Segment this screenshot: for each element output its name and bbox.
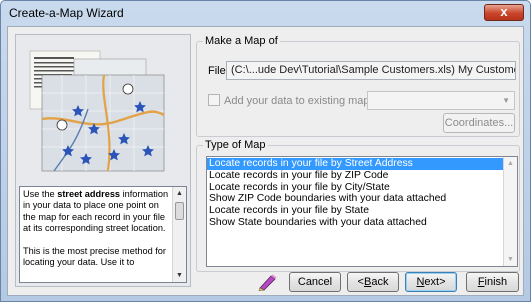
back-button[interactable]: <Back [347,272,399,292]
preview-panel: Use the street address information in yo… [15,34,191,287]
finish-button[interactable]: Finish [466,272,519,292]
map-type-description[interactable]: Use the street address information in yo… [19,186,187,283]
window-title: Create-a-Map Wizard [9,6,124,20]
scroll-thumb[interactable] [175,202,184,220]
chevron-down-icon: ▼ [502,96,510,105]
scroll-down-icon[interactable]: ▼ [504,253,517,266]
map-type-option[interactable]: Locate records in your file by State [207,205,504,217]
file-label: File [208,65,226,77]
cancel-button[interactable]: Cancel [289,272,341,292]
scroll-down-icon[interactable]: ▼ [173,269,186,282]
scroll-up-icon[interactable]: ▲ [504,157,517,170]
checkbox-box[interactable] [208,94,220,106]
description-scrollbar[interactable]: ▲ ▼ [172,187,186,282]
dialog-body: Use the street address information in yo… [7,26,524,296]
next-button[interactable]: Next> [405,272,457,292]
description-text: Use the street address information in yo… [23,189,169,268]
help-pencil-icon[interactable] [257,273,279,291]
type-of-map-group: Type of Map Locate records in your file … [196,139,520,272]
map-type-option[interactable]: Locate records in your file by Street Ad… [207,158,504,170]
map-type-list-scrollbar[interactable]: ▲ ▼ [503,157,517,266]
make-map-group-label: Make a Map of [203,35,280,47]
add-data-label: Add your data to existing map [224,95,370,107]
add-to-existing-map-checkbox[interactable]: Add your data to existing map [208,94,370,107]
coordinates-button[interactable]: Coordinates... [443,113,515,133]
map-type-option[interactable]: Show State boundaries with your data att… [207,217,504,229]
scroll-up-icon[interactable]: ▲ [173,187,186,200]
map-preview-image [29,50,165,172]
type-of-map-group-label: Type of Map [203,139,268,151]
map-type-option[interactable]: Locate records in your file by City/Stat… [207,182,504,194]
existing-map-select[interactable]: ▼ [367,91,515,110]
map-type-option[interactable]: Show ZIP Code boundaries with your data … [207,193,504,205]
title-bar[interactable]: Create-a-Map Wizard x [1,1,530,25]
file-field[interactable]: (C:\...ude Dev\Tutorial\Sample Customers… [226,61,516,80]
close-icon: x [500,4,508,19]
map-type-option[interactable]: Locate records in your file by ZIP Code [207,170,504,182]
make-map-group: Make a Map of File (C:\...ude Dev\Tutori… [196,35,520,137]
wizard-window: Create-a-Map Wizard x Use the street add… [0,0,531,302]
close-button[interactable]: x [484,4,524,21]
map-type-list[interactable]: Locate records in your file by Street Ad… [206,156,518,267]
